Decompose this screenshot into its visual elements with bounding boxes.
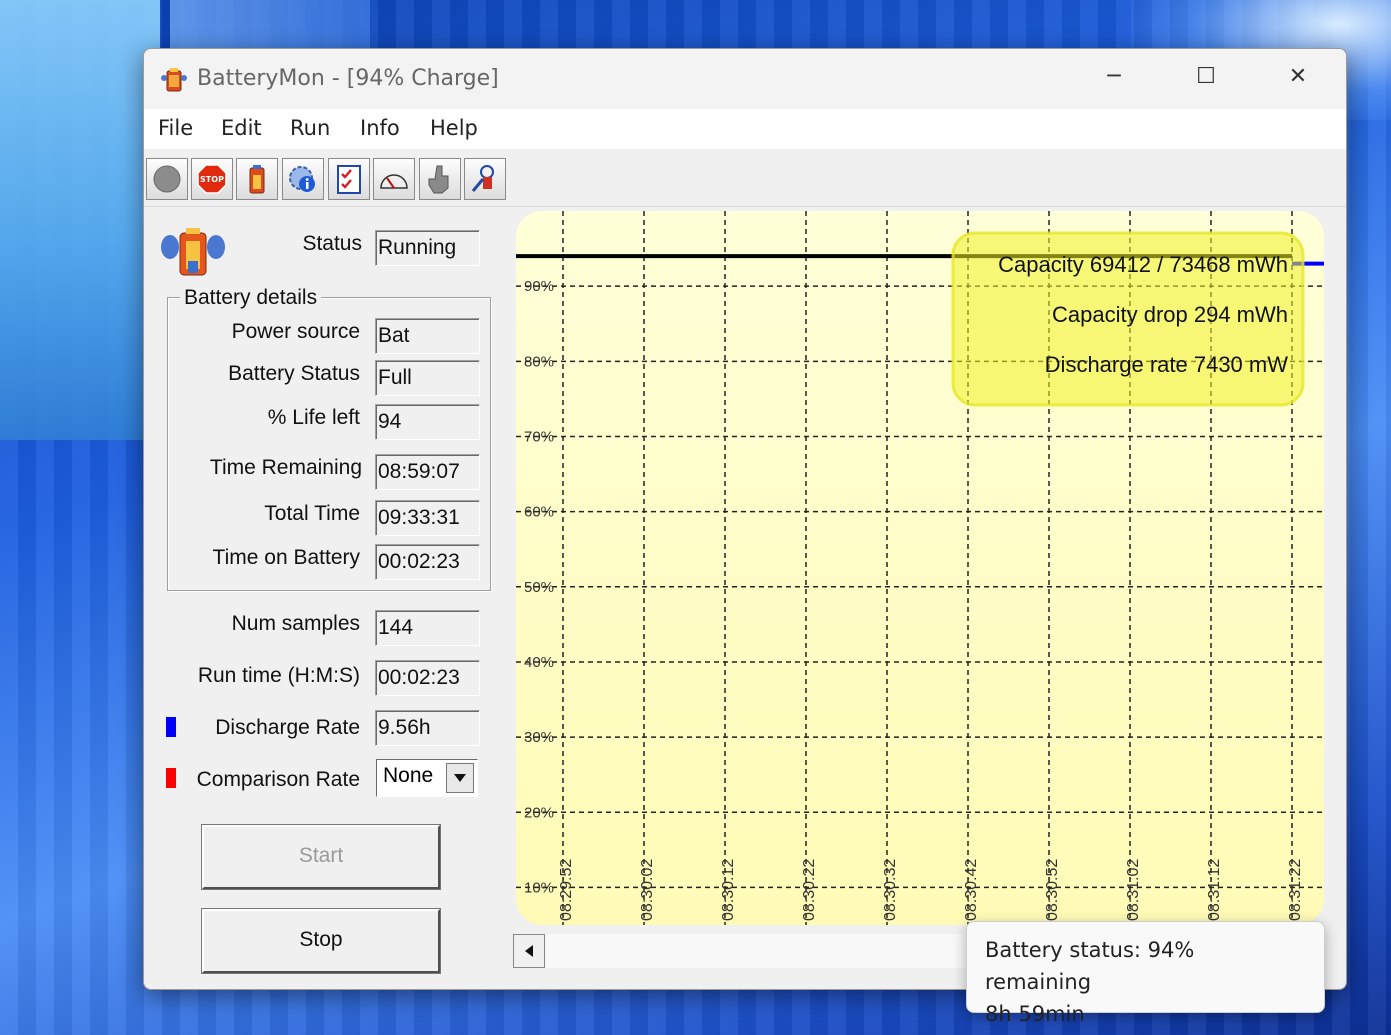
x-tick-label: 08:30:52 (1044, 859, 1061, 921)
y-tick-label: 80% (524, 353, 554, 370)
maximize-icon: ☐ (1196, 64, 1216, 89)
hand-pointer-icon (428, 165, 449, 194)
batterymon-window: BatteryMon - [94% Charge] ─ ☐ ✕ File Edi… (143, 48, 1347, 990)
grey-circle-icon (153, 165, 181, 193)
y-tick-label: 40% (524, 654, 554, 671)
tooltip-status-line: Battery status: 94% remaining (985, 938, 1195, 994)
menu-file[interactable]: File (158, 116, 193, 140)
num-samples-field: 144 (375, 610, 480, 646)
y-tick-label: 70% (524, 428, 554, 445)
chevron-down-icon (454, 774, 466, 782)
app-battery-icon (161, 68, 187, 92)
settings-button[interactable] (464, 158, 506, 200)
gauge-button[interactable] (373, 158, 415, 200)
time-remaining-field: 08:59:07 (375, 454, 480, 490)
total-time-field: 09:33:31 (375, 500, 480, 536)
title-bar: BatteryMon - [94% Charge] ─ ☐ ✕ (144, 49, 1346, 109)
tray-tooltip: Battery status: 94% remaining 8h 59min (966, 921, 1325, 1026)
menu-run[interactable]: Run (290, 116, 330, 140)
discharge-rate-swatch (166, 717, 176, 737)
dropdown-arrow-button[interactable] (446, 763, 474, 793)
y-tick-label: 10% (524, 879, 554, 896)
close-icon: ✕ (1288, 64, 1308, 89)
chart-canvas: 90% 80% 70% 60% 50% 40% 30% 20% 10% 08:29:52 08:30… (516, 211, 1324, 925)
battery-chart: 90% 80% 70% 60% 50% 40% 30% 20% 10% 08:29:52 08:30… (516, 211, 1324, 925)
battery-details-title: Battery details (180, 286, 322, 310)
x-tick-label: 08:31:02 (1125, 859, 1142, 921)
batterymon-logo (161, 228, 225, 276)
chart-annotation: Capacity drop 294 mWh (1052, 302, 1288, 327)
y-tick-label: 30% (524, 729, 554, 746)
record-button[interactable] (146, 158, 188, 200)
comparison-rate-swatch (166, 768, 176, 788)
scroll-left-button[interactable] (513, 934, 545, 968)
info-button[interactable] (282, 158, 324, 200)
x-tick-label: 08:30:32 (882, 859, 899, 921)
life-left-label: % Life left (267, 406, 360, 429)
svg-text:STOP: STOP (200, 175, 224, 184)
wallpaper-circuit-art (0, 0, 160, 440)
x-tick-label: 08:30:02 (639, 859, 656, 921)
run-time-field: 00:02:23 (375, 660, 480, 696)
checklist-button[interactable] (328, 158, 370, 200)
x-tick-label: 08:30:22 (801, 859, 818, 921)
x-tick-label: 08:30:42 (963, 859, 980, 921)
menu-help[interactable]: Help (430, 116, 478, 140)
maximize-button[interactable]: ☐ (1182, 55, 1230, 99)
power-source-field: Bat (375, 318, 480, 354)
menu-edit[interactable]: Edit (221, 116, 262, 140)
chart-annotation: Capacity 69412 / 73468 mWh (998, 252, 1288, 277)
y-tick-label: 50% (524, 579, 554, 596)
power-source-label: Power source (231, 320, 360, 343)
run-time-label: Run time (H:M:S) (197, 664, 360, 687)
total-time-label: Total Time (264, 502, 360, 525)
x-tick-label: 08:30:12 (720, 859, 737, 921)
wizard-icon (471, 165, 494, 192)
comparison-rate-select[interactable]: None (376, 759, 478, 797)
window-title: BatteryMon - [94% Charge] (197, 66, 499, 91)
y-tick-label: 90% (524, 278, 554, 295)
time-on-battery-label: Time on Battery (212, 546, 360, 569)
comparison-rate-value: None (383, 764, 434, 787)
y-tick-label: 60% (524, 504, 554, 521)
chart-annotation: Discharge rate 7430 mW (1045, 352, 1289, 377)
tooltip-time-line: 8h 59min (985, 1002, 1085, 1026)
status-field: Running (375, 230, 480, 266)
menu-info[interactable]: Info (360, 116, 400, 140)
pointer-button[interactable] (419, 158, 461, 200)
toolbar: STOP (144, 150, 1346, 207)
discharge-rate-field: 9.56h (375, 710, 480, 746)
x-tick-label: 08:29:52 (558, 859, 575, 921)
gear-info-icon (289, 166, 315, 192)
arrow-left-icon (525, 945, 533, 957)
battery-status-label: Battery Status (228, 362, 360, 385)
stop-text-button[interactable]: Stop (201, 908, 441, 974)
checklist-icon (337, 165, 361, 194)
stop-button[interactable]: STOP (191, 158, 233, 200)
x-tick-label: 08:31:12 (1206, 859, 1223, 921)
comparison-rate-label: Comparison Rate (196, 768, 360, 791)
chart-horizontal-scrollbar[interactable] (513, 934, 983, 968)
num-samples-label: Num samples (231, 612, 360, 635)
menu-bar: File Edit Run Info Help (144, 109, 1346, 149)
battery-icon (249, 165, 265, 194)
y-tick-label: 20% (524, 804, 554, 821)
gauge-icon (380, 174, 408, 189)
wallpaper-circuit-art-top (170, 0, 370, 50)
time-on-battery-field: 00:02:23 (375, 544, 480, 580)
status-label: Status (302, 232, 362, 255)
discharge-rate-label: Discharge Rate (215, 716, 360, 739)
battery-button[interactable] (236, 158, 278, 200)
life-left-field: 94 (375, 404, 480, 440)
minimize-icon: ─ (1107, 64, 1121, 89)
x-tick-label: 08:31:22 (1287, 859, 1304, 921)
battery-status-field: Full (375, 360, 480, 396)
minimize-button[interactable]: ─ (1090, 55, 1138, 99)
close-button[interactable]: ✕ (1274, 55, 1322, 99)
stop-sign-icon: STOP (197, 164, 227, 194)
start-button[interactable]: Start (201, 824, 441, 890)
time-remaining-label: Time Remaining (209, 456, 362, 479)
